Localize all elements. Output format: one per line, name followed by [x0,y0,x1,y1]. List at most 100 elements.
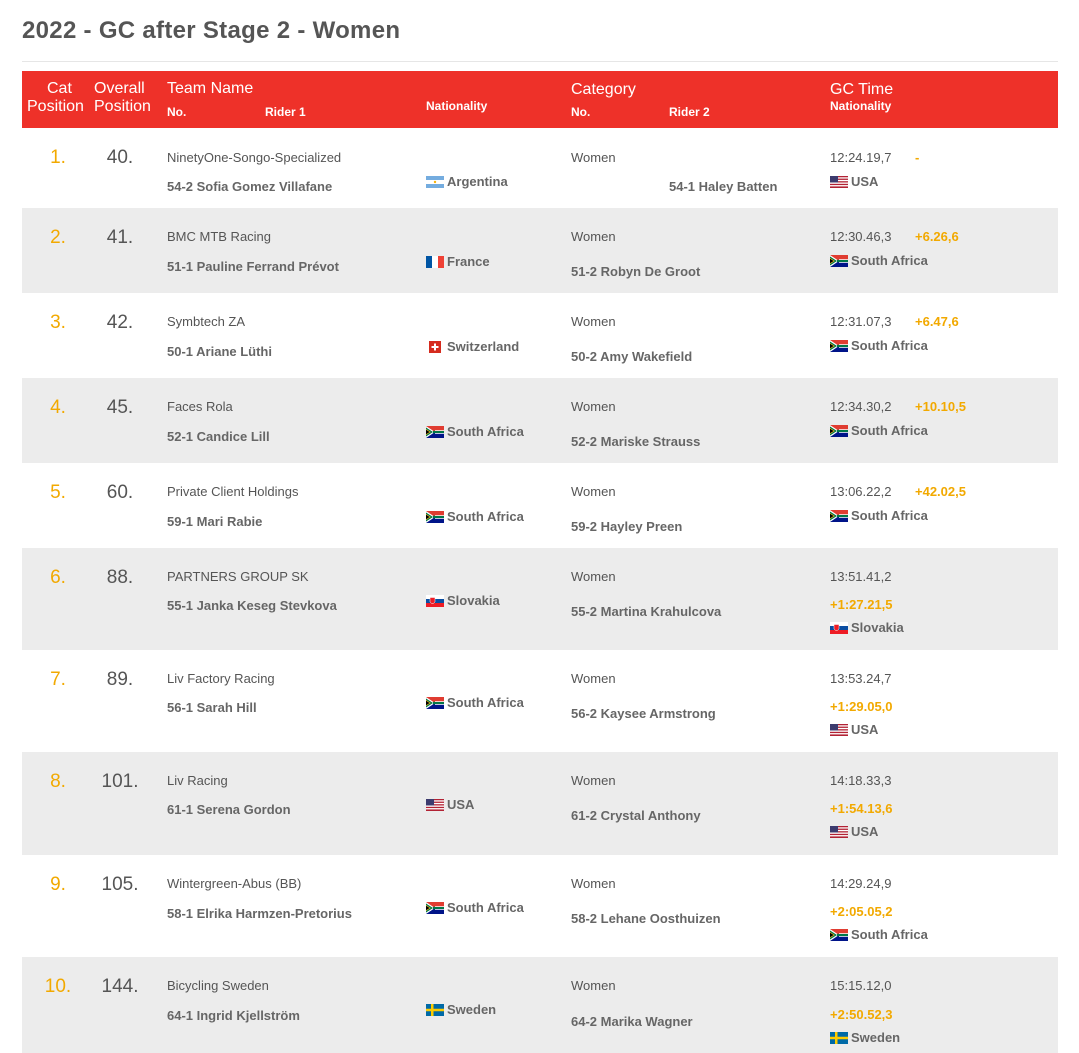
table-row: 1. 40. NinetyOne-Songo-Specialized 54-2 Sof… [22,128,1058,208]
time-gap: +42.02,5 [915,484,966,499]
rider-1-nationality: Slovakia [426,593,500,608]
rider-2: 59-2 Hayley Preen [571,519,683,534]
team-name: Symbtech ZA [167,314,246,329]
rider-1: 54-2 Sofia Gomez Villafane [167,179,333,194]
header-category: Category [571,81,636,98]
rider-2: 61-2 Crystal Anthony [571,808,701,823]
rider-1-nationality-text: South Africa [447,424,524,439]
header-rider-2: Rider 2 [669,105,710,119]
rider-2: 58-2 Lehane Oosthuizen [571,911,721,926]
team-name: PARTNERS GROUP SK [167,569,309,584]
category: Women [571,569,616,584]
rider-1-nationality-text: France [447,254,490,269]
rider-1: 50-1 Ariane Lüthi [167,344,272,359]
rider-2-nationality: Slovakia [830,620,904,635]
header-no-2: No. [571,105,591,119]
usa-flag [830,175,848,188]
rider-1-nationality-text: South Africa [447,900,524,915]
category: Women [571,314,616,329]
rider-2: 54-1 Haley Batten [669,179,778,194]
gc-time: 12:31.07,3 [830,314,892,329]
header-overall-label: Overall [94,80,145,97]
rider-2-nationality: USA [830,824,878,839]
category: Women [571,150,616,165]
rider-2: 51-2 Robyn De Groot [571,264,701,279]
category: Women [571,399,616,414]
rider-1-nationality-text: Sweden [447,1002,497,1017]
category: Women [571,229,616,244]
time-gap: +10.10,5 [915,399,966,414]
rider-1-nationality-text: Argentina [447,174,508,189]
rider-1: 52-1 Candice Lill [167,429,270,444]
rider-1-nationality: South Africa [426,424,524,439]
rider-1-nationality-text: South Africa [447,509,524,524]
rider-2-nationality-text: USA [851,824,879,839]
france-flag [426,255,444,268]
sweden-flag [830,1031,848,1044]
south-africa-flag [426,510,444,523]
time-gap: - [915,150,920,165]
gc-time: 12:34.30,2 [830,399,892,414]
rider-1-nationality: South Africa [426,695,524,710]
rider-2: 56-2 Kaysee Armstrong [571,706,716,721]
usa-flag [426,798,444,811]
rider-2: 50-2 Amy Wakefield [571,349,693,364]
rider-2-nationality: South Africa [830,253,928,268]
rider-2-nationality: USA [830,174,878,189]
rider-1-nationality: South Africa [426,509,524,524]
table-row: 9. 105. Wintergreen-Abus (BB) 58-1 Elrika H… [22,855,1058,957]
rider-2-nationality-text: Sweden [851,1030,901,1045]
rider-1-nationality: France [426,254,490,269]
team-name: Bicycling Sweden [167,978,269,993]
overall-position: 42. [106,312,134,333]
rider-1: 58-1 Elrika Harmzen-Pretorius [167,906,352,921]
rider-1-nationality-text: USA [447,797,475,812]
rider-2: 55-2 Martina Krahulcova [571,604,722,619]
category: Women [571,978,616,993]
overall-position: 89. [106,669,134,690]
rider-2-nationality: South Africa [830,338,928,353]
table-body: 1. 40. NinetyOne-Songo-Specialized 54-2 Sof… [22,128,1058,1053]
rider-2-nationality-text: South Africa [851,338,928,353]
overall-position: 88. [106,567,134,588]
slovakia-flag [830,621,848,634]
header-nationality-2: Nationality [830,99,892,113]
south-africa-flag [426,901,444,914]
rider-1-nationality: Sweden [426,1002,496,1017]
category: Women [571,484,616,499]
team-name: NinetyOne-Songo-Specialized [167,150,342,165]
rider-1-nationality: USA [426,797,474,812]
header-no-1: No. [167,105,187,119]
rider-2-nationality-text: South Africa [851,423,928,438]
rider-1: 64-1 Ingrid Kjellström [167,1008,300,1023]
slovakia-flag [426,594,444,607]
title-divider [22,61,1058,62]
category: Women [571,671,616,686]
gc-time: 13:06.22,2 [830,484,892,499]
gc-time: 13:53.24,7 [830,671,892,686]
rider-2-nationality-text: South Africa [851,253,928,268]
rider-1: 56-1 Sarah Hill [167,700,257,715]
gc-time: 14:29.24,9 [830,876,892,891]
results-table: Cat Position Overall Position Team Name … [22,71,1058,1053]
rider-2-nationality-text: South Africa [851,927,928,942]
gc-time: 14:18.33,3 [830,773,892,788]
usa-flag [830,825,848,838]
time-gap: +2:05.05,2 [830,904,893,919]
gc-time: 12:24.19,7 [830,150,892,165]
table-row: 3. 42. Symbtech ZA 50-1 Ariane Lüthi Switzer… [22,293,1058,378]
time-gap: +1:27.21,5 [830,597,893,612]
south-africa-flag [830,339,848,352]
rider-1-nationality-text: Switzerland [447,339,520,354]
team-name: Faces Rola [167,399,233,414]
rider-1-nationality-text: Slovakia [447,593,500,608]
team-name: Liv Racing [167,773,228,788]
table-row: 5. 60. Private Client Holdings 59-1 Mari Ra… [22,463,1058,548]
gc-time: 13:51.41,2 [830,569,892,584]
rider-1-nationality-text: South Africa [447,695,524,710]
rider-2-nationality: Sweden [830,1030,900,1045]
team-name: Liv Factory Racing [167,671,275,686]
rider-2-nationality: South Africa [830,508,928,523]
time-gap: +6.47,6 [915,314,959,329]
header-cat-label: Cat [47,80,72,97]
